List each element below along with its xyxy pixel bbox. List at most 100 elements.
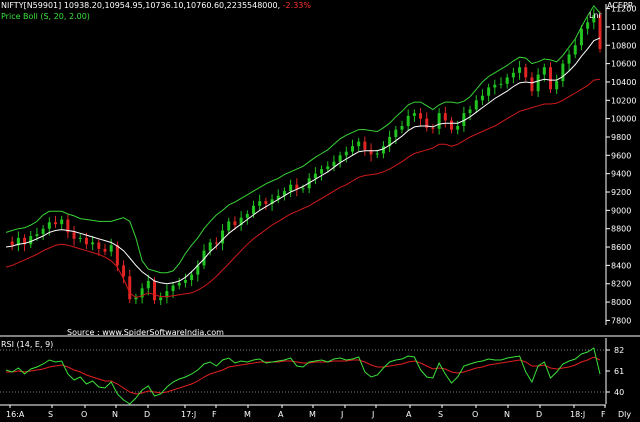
rsi-tick-label: 82: [614, 346, 624, 355]
x-tick-label: D: [144, 410, 150, 419]
candle-body: [338, 155, 342, 162]
rsi-signal-line: [6, 356, 601, 395]
price-y-axis-ticks: 7800 8000 8200 8400 8600 8800 9000 9200 9400 9600…: [606, 5, 636, 325]
x-tick-label: J: [371, 410, 374, 419]
x-tick-label: F: [601, 410, 606, 419]
rsi-panel: 82 61 40: [0, 338, 624, 405]
candle-body: [412, 113, 416, 116]
candle-body: [171, 285, 175, 292]
candle-body: [549, 67, 552, 90]
candle-body: [344, 151, 348, 156]
ohlc-values: 10938.20,10954.95,10736.10,10760.60,: [63, 1, 227, 10]
change-percent: -2.33%: [282, 1, 311, 10]
price-tick-label: 10400: [611, 78, 636, 87]
candle-body: [146, 280, 150, 289]
candle-body: [301, 188, 305, 190]
candlestick-series: [10, 8, 602, 306]
x-tick-label: M: [244, 410, 251, 419]
candle-body: [505, 77, 509, 84]
candle-body: [499, 83, 503, 85]
rsi-line: [5, 347, 601, 405]
candle-body: [258, 201, 262, 206]
x-tick-label: J: [340, 410, 343, 419]
x-tick-label: 16:A: [6, 410, 25, 419]
candle-body: [468, 109, 472, 114]
x-tick-label: S: [48, 410, 53, 419]
candle-body: [493, 84, 497, 88]
indicator-label: Price Boll (S, 20, 2.00): [1, 12, 90, 21]
candle-body: [233, 221, 237, 226]
candle-body: [153, 280, 156, 301]
price-tick-label: 9000: [611, 206, 631, 215]
candle-body: [208, 242, 212, 251]
candle-body: [72, 232, 76, 239]
candle-body: [115, 245, 119, 266]
candle-body: [84, 237, 88, 245]
candle-body: [443, 113, 447, 121]
candle-body: [227, 221, 231, 231]
price-tick-label: 9800: [611, 133, 631, 142]
candle-body: [326, 166, 330, 170]
upper-bollinger-band: [5, 4, 601, 274]
x-tick-label: D: [536, 410, 542, 419]
price-tick-label: 8800: [611, 225, 631, 234]
candle-body: [103, 248, 107, 252]
candle-body: [450, 120, 453, 130]
candle-body: [289, 184, 293, 192]
candle-body: [419, 113, 423, 119]
candle-body: [394, 129, 398, 137]
x-tick-label: N: [112, 410, 118, 419]
rsi-label: RSI (14, E, 9): [1, 340, 54, 349]
candle-body: [363, 141, 367, 150]
candle-body: [579, 28, 583, 46]
candle-body: [456, 125, 460, 130]
price-tick-label: 8000: [611, 298, 631, 307]
candle-body: [190, 274, 194, 281]
price-tick-label: 11000: [611, 23, 636, 32]
price-tick-label: 10800: [611, 41, 636, 50]
candle-body: [97, 242, 101, 249]
candle-body: [332, 161, 336, 167]
price-tick-label: 10600: [611, 60, 636, 69]
candle-body: [252, 205, 255, 215]
x-tick-label: Dly: [618, 410, 631, 419]
candle-body: [542, 67, 546, 75]
candle-body: [245, 214, 249, 218]
price-panel: 7800 8000 8200 8400 8600 8800 9000 9200 9400 9600…: [5, 4, 636, 325]
candle-body: [431, 127, 435, 129]
x-tick-label: A: [278, 410, 284, 419]
candle-body: [530, 77, 534, 92]
candle-body: [78, 237, 82, 239]
x-tick-label: O: [81, 410, 87, 419]
candle-body: [480, 95, 484, 101]
candle-body: [122, 265, 126, 277]
candle-body: [487, 87, 491, 96]
candle-body: [375, 153, 379, 155]
candle-body: [41, 228, 45, 235]
symbol-label: NIFTY[N59901]: [1, 1, 62, 10]
candle-body: [357, 141, 361, 147]
candle-body: [313, 173, 317, 179]
candle-body: [511, 72, 515, 78]
candle-body: [159, 297, 163, 301]
candle-body: [91, 242, 95, 245]
price-tick-label: 9600: [611, 151, 631, 160]
candle-body: [320, 169, 324, 174]
x-tick-label: N: [504, 410, 510, 419]
x-tick-label: O: [472, 410, 478, 419]
x-tick-label: 18:J: [570, 410, 585, 419]
x-tick-label: A: [406, 410, 412, 419]
candle-body: [183, 280, 187, 283]
price-tick-label: 8200: [611, 280, 631, 289]
chart-canvas: 7800 8000 8200 8400 8600 8800 9000 9200 9400 9600…: [0, 4, 640, 419]
candle-body: [567, 54, 571, 64]
candle-body: [573, 45, 577, 55]
middle-bollinger-band: [5, 37, 601, 285]
candle-body: [109, 245, 113, 252]
candle-body: [561, 63, 565, 82]
brand-label: ACEPR: [607, 1, 634, 10]
volume-value: 2235548000,: [226, 1, 281, 10]
x-tick-label: M: [309, 410, 316, 419]
scale-mode-label[interactable]: Lnr: [589, 11, 602, 20]
candle-body: [406, 115, 410, 126]
